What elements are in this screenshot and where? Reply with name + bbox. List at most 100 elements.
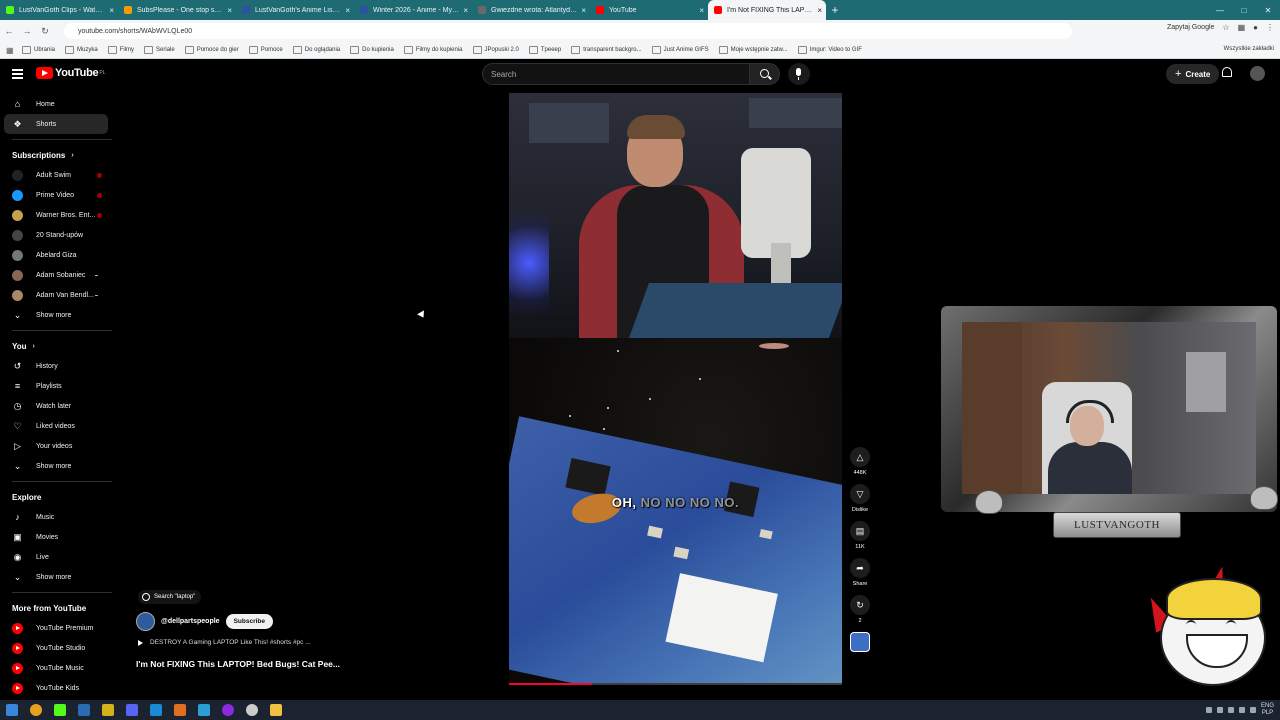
- sidebar-item-subscription[interactable]: Adam Sobaniec: [0, 265, 108, 285]
- sidebar-item-your-videos[interactable]: ▷ Your videos: [0, 436, 108, 456]
- notifications-icon[interactable]: [1222, 67, 1232, 77]
- related-video-link[interactable]: DESTROY A Gaming LAPTOP Like This! #shor…: [138, 639, 311, 646]
- sidebar-item-live[interactable]: ◉ Live: [0, 547, 108, 567]
- app-taskbar-icon[interactable]: [102, 704, 114, 716]
- forward-button[interactable]: →: [18, 26, 36, 36]
- apps-icon[interactable]: ▦: [6, 46, 16, 55]
- close-tab-icon[interactable]: ×: [227, 6, 232, 15]
- chrome-taskbar-icon[interactable]: [30, 704, 42, 716]
- sidebar-item-watch-later[interactable]: ◷ Watch later: [0, 396, 108, 416]
- sidebar-item-youtube-studio[interactable]: YouTube Studio: [0, 638, 108, 658]
- bookmark-item[interactable]: Filmy do kupienia: [403, 46, 463, 54]
- close-tab-icon[interactable]: ×: [581, 6, 586, 15]
- close-tab-icon[interactable]: ×: [109, 6, 114, 15]
- browser-tab[interactable]: I'm Not FIXING This LAPTO ×: [708, 0, 826, 20]
- search-input[interactable]: Search: [482, 63, 750, 85]
- sidebar-item-history[interactable]: ↺ History: [0, 356, 108, 376]
- browser-tab[interactable]: Gwiezdne wrota: Atlantyda / St ×: [472, 0, 590, 20]
- explore-show-more[interactable]: ⌄ Show more: [0, 567, 108, 587]
- explorer-taskbar-icon[interactable]: [270, 704, 282, 716]
- bookmark-item[interactable]: Tpeeep: [528, 46, 561, 54]
- create-button[interactable]: + Create: [1166, 64, 1220, 84]
- search-button[interactable]: [750, 63, 780, 85]
- subs-show-more[interactable]: ⌄ Show more: [0, 305, 108, 325]
- back-button[interactable]: ←: [0, 26, 18, 36]
- profile-icon[interactable]: ●: [1253, 23, 1258, 32]
- sidebar-item-home[interactable]: ⌂ Home: [0, 94, 108, 114]
- sidebar-item-subscription[interactable]: Adult Swim: [0, 165, 108, 185]
- close-window-button[interactable]: ✕: [1256, 6, 1280, 15]
- telegram-taskbar-icon[interactable]: [198, 704, 210, 716]
- tray-icon[interactable]: [1238, 707, 1245, 713]
- maximize-button[interactable]: □: [1232, 6, 1256, 15]
- sidebar-item-subscription[interactable]: Abelard Giza: [0, 245, 108, 265]
- bookmark-item[interactable]: Do kupienia: [350, 46, 394, 54]
- browser-tab[interactable]: YouTube ×: [590, 0, 708, 20]
- extensions-icon[interactable]: ▦: [1238, 23, 1246, 32]
- ask-google-button[interactable]: Zapytaj Google: [1167, 24, 1214, 31]
- bookmark-star-icon[interactable]: ☆: [1222, 23, 1229, 32]
- close-tab-icon[interactable]: ×: [699, 6, 704, 15]
- volume-icon[interactable]: [1249, 707, 1256, 713]
- app-taskbar-icon[interactable]: [150, 704, 162, 716]
- sidebar-item-youtube-kids[interactable]: YouTube Kids: [0, 678, 108, 698]
- sidebar-item-subscription[interactable]: 20 Stand-upów: [0, 225, 108, 245]
- you-show-more[interactable]: ⌄ Show more: [0, 456, 108, 476]
- tray-icon[interactable]: [1205, 707, 1212, 713]
- bookmark-item[interactable]: JPopuski 2.0: [472, 46, 519, 54]
- app-taskbar-icon[interactable]: [78, 704, 90, 716]
- bookmark-item[interactable]: Moje wstępnie zatw...: [718, 46, 788, 54]
- tray-icon[interactable]: [1227, 707, 1234, 713]
- action-comment[interactable]: ▤ 11K: [849, 521, 871, 550]
- bookmark-item[interactable]: Imgur: Video to GIF: [797, 46, 862, 54]
- bookmark-item[interactable]: Pomoce: [248, 46, 283, 54]
- minimize-button[interactable]: —: [1208, 6, 1232, 15]
- new-tab-button[interactable]: +: [826, 3, 844, 17]
- search-suggestion-chip[interactable]: Search "laptop": [138, 590, 202, 604]
- reload-button[interactable]: ↻: [36, 26, 54, 37]
- sidebar-item-subscription[interactable]: Prime Video: [0, 185, 108, 205]
- sidebar-item-movies[interactable]: ▣ Movies: [0, 527, 108, 547]
- browser-tab[interactable]: SubsPlease - One stop shop fo ×: [118, 0, 236, 20]
- bookmark-item[interactable]: Muzyka: [65, 46, 98, 54]
- sidebar-item-youtube-premium[interactable]: YouTube Premium: [0, 618, 108, 638]
- sidebar-item-shorts[interactable]: ❖ Shorts: [4, 114, 108, 134]
- bookmark-item[interactable]: Just Anime GIFS: [651, 46, 709, 54]
- subscribe-button[interactable]: Subscribe: [225, 614, 273, 629]
- sound-thumbnail[interactable]: [850, 632, 870, 652]
- browser-tab[interactable]: LustVanGoth Clips - Watch Liv ×: [0, 0, 118, 20]
- close-tab-icon[interactable]: ×: [817, 6, 822, 15]
- start-icon[interactable]: [6, 704, 18, 716]
- tray-icon[interactable]: [1216, 707, 1223, 713]
- sidebar-item-youtube-music[interactable]: YouTube Music: [0, 658, 108, 678]
- menu-icon[interactable]: ⋮: [1266, 23, 1274, 32]
- voice-search-icon[interactable]: [788, 63, 810, 85]
- bookmark-item[interactable]: Ubrania: [22, 46, 55, 54]
- action-dislike[interactable]: ▽ Dislike: [849, 484, 871, 513]
- subscriptions-heading[interactable]: Subscriptions ›: [0, 145, 120, 165]
- close-tab-icon[interactable]: ×: [463, 6, 468, 15]
- browser-tab[interactable]: Winter 2026 - Anime - MyAnim ×: [354, 0, 472, 20]
- vlc-taskbar-icon[interactable]: [174, 704, 186, 716]
- shorts-video-player[interactable]: OH, NO NO NO NO.: [509, 93, 842, 684]
- sidebar-item-playlists[interactable]: ≡ Playlists: [0, 376, 108, 396]
- kick-taskbar-icon[interactable]: [54, 704, 66, 716]
- account-avatar[interactable]: [1250, 66, 1265, 81]
- guide-menu-icon[interactable]: [12, 69, 23, 81]
- action-share[interactable]: ➦ Share: [849, 558, 871, 587]
- sidebar-item-liked-videos[interactable]: ♡ Liked videos: [0, 416, 108, 436]
- action-like[interactable]: △ 448K: [849, 447, 871, 476]
- video-title[interactable]: I'm Not FIXING This LAPTOP! Bed Bugs! Ca…: [136, 659, 340, 669]
- obs-taskbar-icon[interactable]: [222, 704, 234, 716]
- bookmark-item[interactable]: Do oglądania: [292, 46, 340, 54]
- bookmark-item[interactable]: Pomoce do gier: [184, 46, 239, 54]
- sidebar-item-music[interactable]: ♪ Music: [0, 507, 108, 527]
- channel-name[interactable]: @dellpartspeople: [161, 618, 220, 625]
- bookmark-item[interactable]: Filmy: [107, 46, 134, 54]
- sidebar-item-subscription[interactable]: Warner Bros. Ent...: [0, 205, 108, 225]
- sidebar-item-subscription[interactable]: Adam Van Bendl...: [0, 285, 108, 305]
- video-progress-bar[interactable]: [509, 683, 842, 685]
- action-remix[interactable]: ↻ 2: [849, 595, 871, 624]
- bookmark-item[interactable]: transparent backgro...: [571, 46, 642, 54]
- browser-tab[interactable]: LustVanGoth's Anime List - My ×: [236, 0, 354, 20]
